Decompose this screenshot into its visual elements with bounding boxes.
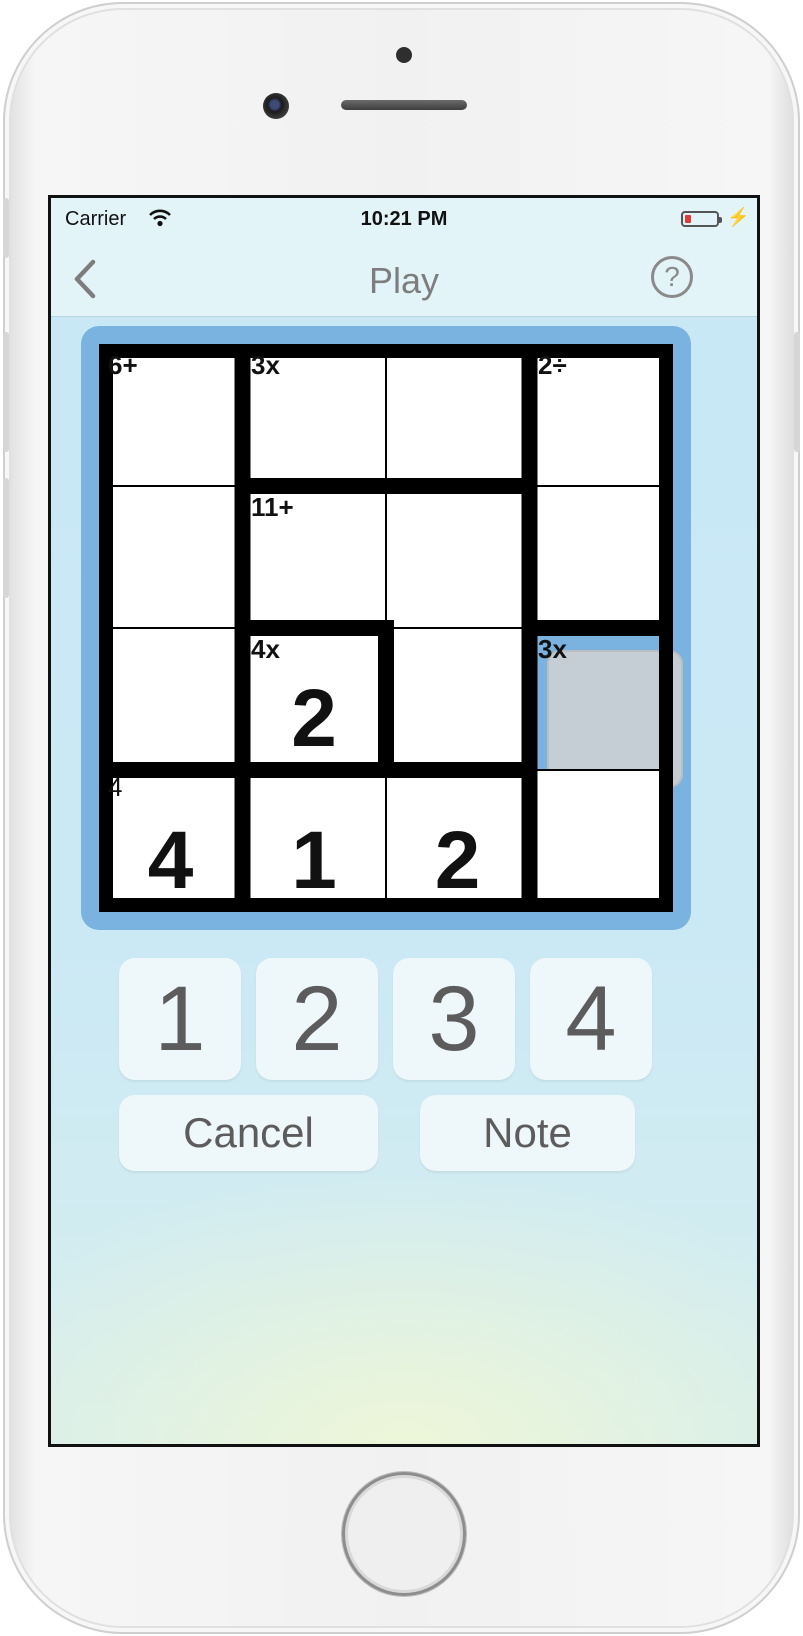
front-camera <box>263 93 289 119</box>
cell-r2-c4[interactable] <box>529 486 673 628</box>
proximity-sensor <box>396 47 412 63</box>
battery-icon <box>681 211 722 227</box>
puzzle-board: 6+ 3x 2÷ 11+ 4x 2 3x 4 4 1 2 <box>81 326 691 930</box>
cell-r4-c2[interactable]: 1 <box>242 770 386 912</box>
charging-bolt-icon: ⚡ <box>727 207 750 227</box>
battery-level <box>685 215 691 223</box>
volume-down-button <box>3 478 9 598</box>
note-button[interactable]: Note <box>420 1095 635 1171</box>
cell-value: 4 <box>147 815 194 906</box>
mute-switch <box>3 198 9 258</box>
cage-label: 3x <box>251 350 280 380</box>
cage-label: 3x <box>538 634 567 664</box>
kenken-grid: 6+ 3x 2÷ 11+ 4x 2 3x 4 4 1 2 <box>99 344 683 912</box>
key-3-button[interactable]: 3 <box>393 958 515 1080</box>
key-1-button[interactable]: 1 <box>119 958 241 1080</box>
earpiece-speaker <box>341 100 467 110</box>
cell-r3-c1[interactable] <box>99 628 242 770</box>
cage-label: 4x <box>251 634 280 664</box>
cell-r3-c2[interactable]: 4x 2 <box>242 628 386 770</box>
home-button[interactable] <box>342 1472 466 1596</box>
key-2-button[interactable]: 2 <box>256 958 378 1080</box>
screen: Carrier 10:21 PM ⚡ Play ? 6+ 3x 2÷ 11+ 4… <box>48 195 760 1447</box>
cell-r4-c1[interactable]: 4 4 <box>99 770 242 912</box>
cage-label: 6+ <box>108 350 138 380</box>
power-button <box>794 332 800 452</box>
cell-value: 1 <box>291 815 337 906</box>
cancel-button[interactable]: Cancel <box>119 1095 378 1171</box>
cage-label: 11+ <box>251 492 294 522</box>
cell-r3-c3[interactable] <box>386 628 529 770</box>
cell-r1-c2[interactable]: 3x <box>242 344 386 486</box>
number-keypad: 1 2 3 4 <box>119 958 679 1082</box>
cell-r3-c4-selected[interactable]: 3x <box>529 628 673 770</box>
cell-r2-c3[interactable] <box>386 486 529 628</box>
cell-r4-c3[interactable]: 2 <box>386 770 529 912</box>
help-icon[interactable]: ? <box>651 256 693 298</box>
cell-r1-c4[interactable]: 2÷ <box>529 344 673 486</box>
cell-r2-c1[interactable] <box>99 486 242 628</box>
key-4-button[interactable]: 4 <box>530 958 652 1080</box>
cage-label: 2÷ <box>538 350 567 380</box>
cell-r2-c2[interactable]: 11+ <box>242 486 386 628</box>
battery-nub <box>719 217 722 223</box>
navigation-bar: Play ? <box>51 244 757 317</box>
clock: 10:21 PM <box>360 208 448 230</box>
cage-label: 4 <box>108 772 123 802</box>
cell-value: 2 <box>434 815 481 906</box>
cell-r4-c4[interactable] <box>529 770 673 912</box>
cell-r1-c1[interactable]: 6+ <box>99 344 242 486</box>
status-bar: Carrier 10:21 PM ⚡ <box>51 198 757 244</box>
volume-up-button <box>3 332 9 452</box>
cell-value: 2 <box>291 673 337 764</box>
cell-r1-c3[interactable] <box>386 344 529 486</box>
